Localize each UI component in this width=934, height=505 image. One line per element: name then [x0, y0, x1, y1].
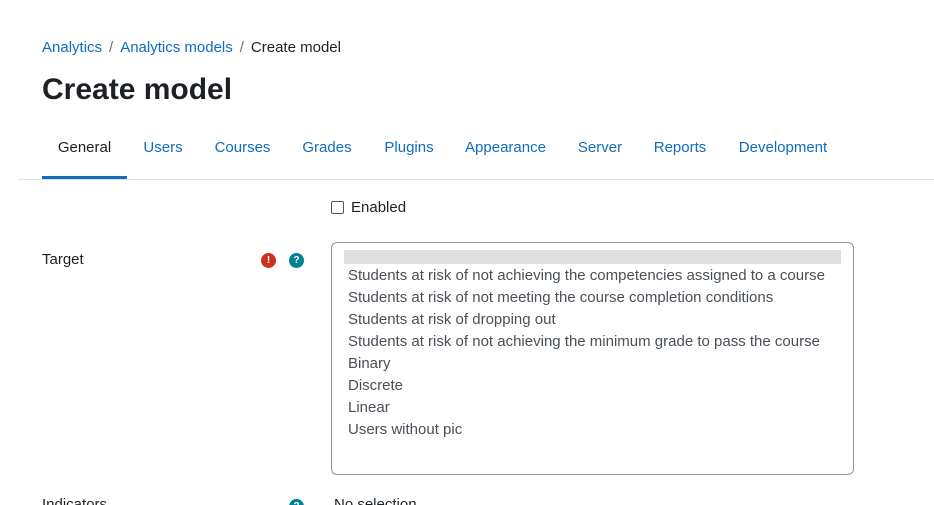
tab-appearance[interactable]: Appearance: [455, 128, 556, 179]
tab-development[interactable]: Development: [729, 128, 837, 179]
admin-tabs: General Users Courses Grades Plugins App…: [18, 128, 934, 180]
breadcrumb-link-analytics[interactable]: Analytics: [42, 39, 102, 56]
tab-courses[interactable]: Courses: [205, 128, 280, 179]
tab-users[interactable]: Users: [134, 128, 192, 179]
page-title: Create model: [42, 73, 233, 106]
target-option[interactable]: Discrete: [348, 375, 403, 397]
target-option[interactable]: Students at risk of dropping out: [348, 309, 556, 331]
tab-general[interactable]: General: [42, 128, 127, 179]
enabled-label[interactable]: Enabled: [351, 199, 406, 216]
target-option[interactable]: Users without pic: [348, 419, 462, 441]
target-option[interactable]: Students at risk of not meeting the cour…: [348, 287, 773, 309]
tab-grades[interactable]: Grades: [292, 128, 362, 179]
breadcrumb-separator: /: [239, 39, 244, 56]
target-option[interactable]: Linear: [348, 397, 390, 419]
target-label: Target: [42, 251, 84, 268]
target-option[interactable]: Students at risk of not achieving the co…: [348, 265, 825, 287]
breadcrumb: Analytics / Analytics models / Create model: [42, 39, 341, 57]
tab-reports[interactable]: Reports: [644, 128, 716, 179]
question-icon[interactable]: ?: [289, 253, 304, 268]
exclamation-icon: !: [261, 253, 276, 268]
target-option[interactable]: Students at risk of not achieving the mi…: [348, 331, 820, 353]
indicators-selection: No selection: [334, 496, 417, 505]
tab-plugins[interactable]: Plugins: [374, 128, 444, 179]
indicators-label: Indicators: [42, 496, 108, 505]
breadcrumb-separator: /: [109, 39, 114, 56]
target-option-empty[interactable]: [344, 250, 841, 264]
breadcrumb-link-analytics-models[interactable]: Analytics models: [120, 39, 233, 56]
target-select[interactable]: Students at risk of not achieving the co…: [331, 242, 854, 475]
tab-server[interactable]: Server: [569, 128, 631, 179]
question-icon[interactable]: ?: [289, 499, 304, 505]
target-option[interactable]: Binary: [348, 353, 391, 375]
page: Analytics / Analytics models / Create model …: [0, 0, 934, 505]
enabled-checkbox[interactable]: [331, 200, 344, 214]
enabled-row: Enabled: [331, 198, 406, 216]
breadcrumb-current: Create model: [250, 39, 341, 56]
